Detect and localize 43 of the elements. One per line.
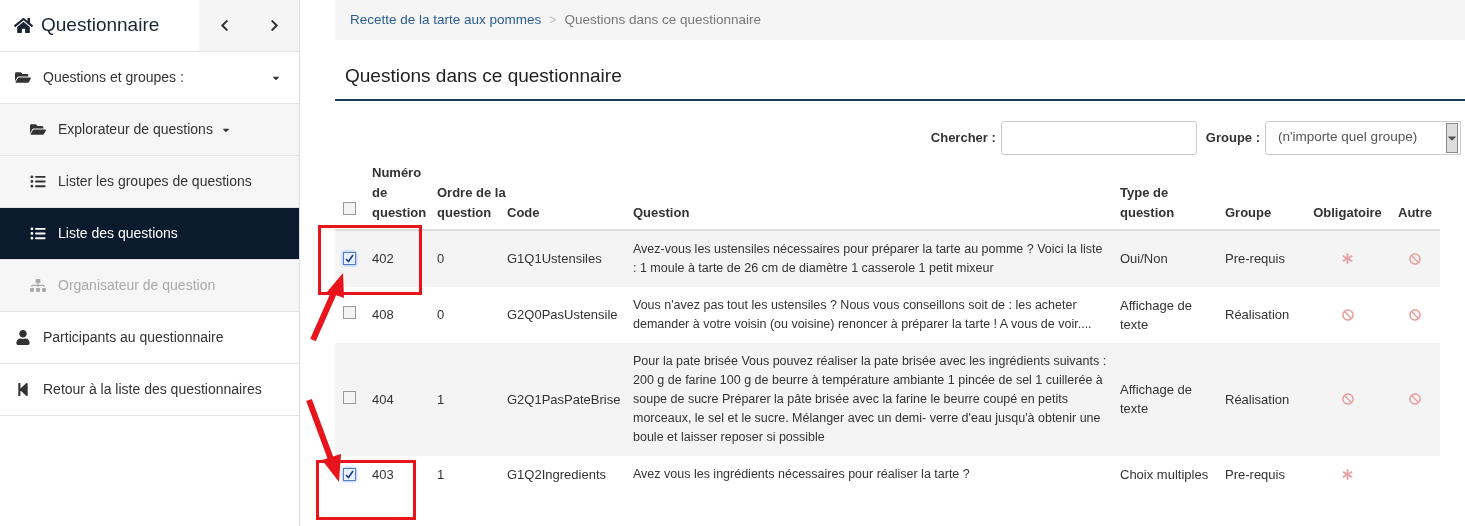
column-header: Type de question	[1120, 184, 1175, 220]
table-cell: G2Q0PasUstensile	[507, 286, 633, 343]
column-header: Groupe	[1225, 204, 1272, 220]
sidebar-title: Questionnaire	[41, 13, 160, 38]
table-cell: Avez vous les ingrédients nécessaires pour réaliser la tarte ?	[633, 455, 1120, 493]
sidebar-item[interactable]: Lister les groupes de questions	[0, 156, 299, 208]
table-cell: Pre-requis	[1225, 455, 1305, 493]
sidebar-item[interactable]: Explorateur de questions	[0, 104, 299, 156]
table-cell: G1Q2Ingredients	[507, 455, 633, 493]
column-header: Obligatoire	[1313, 204, 1382, 220]
sidebar-item[interactable]: Liste des questions	[0, 208, 299, 260]
table-cell: Pre-requis	[1225, 229, 1305, 287]
page-heading: Questions dans ce questionnaire	[345, 64, 623, 88]
table-cell: Affichage de texte	[1120, 286, 1225, 343]
table-cell: Choix multiples	[1120, 455, 1225, 493]
column-header: Question	[633, 204, 690, 220]
table-cell: Affichage de texte	[1120, 342, 1225, 456]
table-cell: 0	[437, 229, 507, 287]
table-cell: Réalisation	[1225, 286, 1305, 343]
table-cell: 402	[365, 229, 437, 287]
breadcrumb-separator: >	[549, 12, 557, 29]
table-cell: G1Q1Ustensiles	[507, 229, 633, 287]
table-cell: Pour la pate brisée Vous pouvez réaliser la pate brisée avec les ingrédients suivants : 200 g de farine 100 g de beurre à température ambiante 1 pincée de sel 1 cuillerée à soupe de sucre Préparer la pâte brisée avec la farine le beurre coupé en petits morceaux, le sel et le sucre. Mélanger avec un demi- verre d'eau jusqu'à obtenir une boule et laisser reposer si possible	[633, 342, 1120, 456]
search-label: Chercher :	[930, 128, 996, 147]
breadcrumb-link[interactable]: Recette de la tarte aux pommes	[350, 9, 542, 31]
table-cell: 408	[365, 286, 437, 343]
group-label: Groupe :	[1205, 128, 1260, 147]
table-cell: Réalisation	[1225, 342, 1305, 456]
table-cell: 404	[365, 342, 437, 456]
table-cell: 0	[437, 286, 507, 343]
table-cell: Vous n'avez pas tout les ustensiles ? Nous vous conseillons soit de : les acheter demander à votre voisin (ou voisine) renoncer à préparer la tarte ! A vous de voir....	[633, 286, 1120, 343]
table-cell: G2Q1PasPateBrise	[507, 342, 633, 456]
column-header: Autre	[1398, 204, 1432, 220]
column-header: Numéro de question	[372, 164, 427, 220]
column-header: Code	[507, 204, 540, 220]
group-select[interactable]: (n'importe quel groupe)	[1265, 120, 1461, 155]
column-header: Ordre de la question	[437, 184, 506, 220]
table-cell: 1	[437, 455, 507, 493]
table-cell: 403	[365, 455, 437, 493]
table-cell: Oui/Non	[1120, 229, 1225, 287]
breadcrumb-current: Questions dans ce questionnaire	[564, 10, 761, 29]
table-cell: Avez-vous les ustensiles nécessaires pour préparer la tarte au pomme ? Voici la liste : 1 moule à tarte de 26 cm de diamètre 1 casserole 1 petit mixeur	[633, 229, 1120, 287]
table-cell: 1	[437, 342, 507, 456]
